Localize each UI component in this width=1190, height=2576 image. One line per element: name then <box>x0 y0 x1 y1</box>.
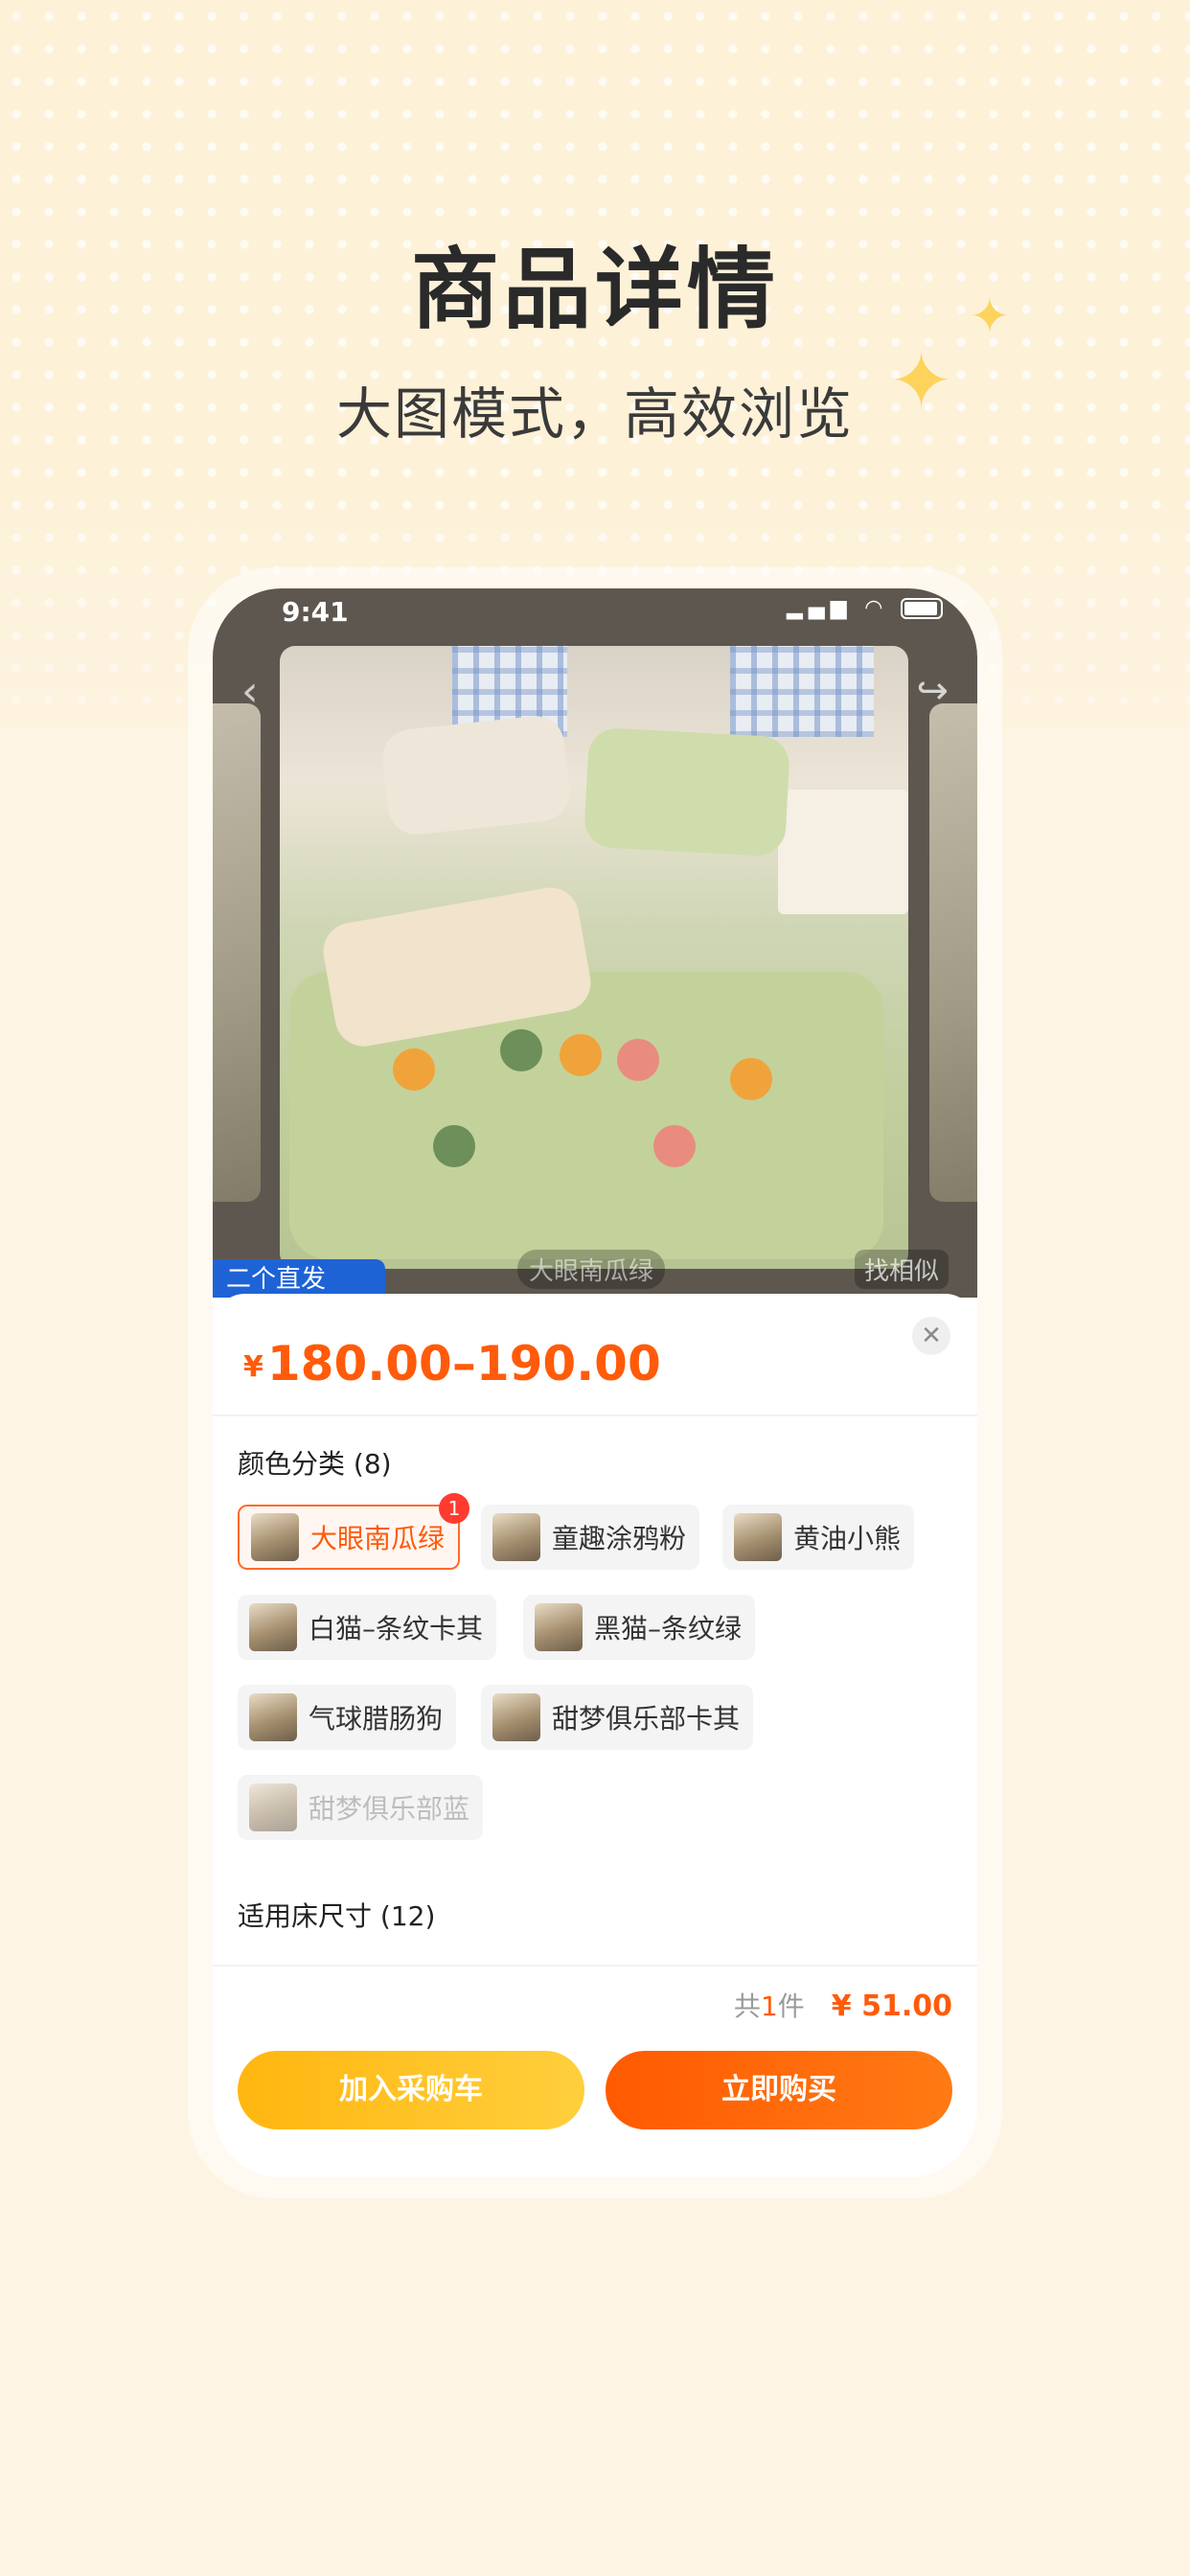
pillow-green <box>583 726 791 858</box>
promo-subtitle: 大图模式，高效浏览 <box>335 381 854 447</box>
color-option-thumbnail <box>492 1513 540 1561</box>
color-option-thumbnail <box>535 1603 583 1651</box>
promo-title: 商品详情 <box>410 239 779 341</box>
color-section-label: 颜色分类 (8) <box>238 1448 392 1480</box>
pumpkin-embroidery <box>500 1029 542 1071</box>
price-range: ¥180.00–190.00 <box>243 1336 661 1392</box>
price-amount: 180.00–190.00 <box>266 1336 661 1392</box>
quantity-badge: 1 <box>439 1493 469 1524</box>
share-icon[interactable]: ↪ <box>916 669 949 713</box>
status-icons: ▂▄▆ ◠ <box>787 596 943 620</box>
color-option-thumbnail <box>249 1603 297 1651</box>
color-option-label: 童趣涂鸦粉 <box>552 1523 687 1554</box>
phone-mockup: 9:41 ▂▄▆ ◠ ‹ ↪ 二个直发 大眼南瓜绿 找相似 ✕ ¥180.00–… <box>213 588 977 2177</box>
summary-count: 1 <box>760 1990 778 2022</box>
sparkle-large-icon: ✦ <box>889 336 954 426</box>
color-option[interactable]: 黄油小熊 <box>722 1505 915 1570</box>
color-option-thumbnail <box>734 1513 782 1561</box>
order-summary: 共1件 ¥ 51.00 <box>734 1986 952 2024</box>
pumpkin-embroidery <box>393 1048 435 1091</box>
sparkle-small-icon: ✦ <box>970 288 1010 344</box>
color-option-label: 气球腊肠狗 <box>309 1703 444 1735</box>
color-option[interactable]: 甜梦俱乐部卡其 <box>481 1685 754 1750</box>
nightstand <box>778 790 908 914</box>
buy-now-button[interactable]: 立即购买 <box>606 2051 952 2129</box>
summary-prefix: 共 <box>733 1990 761 2022</box>
pumpkin-embroidery <box>730 1058 772 1100</box>
pumpkin-embroidery <box>433 1125 475 1167</box>
pumpkin-embroidery <box>653 1125 696 1167</box>
close-icon[interactable]: ✕ <box>912 1317 950 1355</box>
pillow-cream <box>379 713 573 838</box>
divider <box>213 1414 977 1416</box>
next-photo-preview[interactable] <box>929 703 977 1202</box>
wifi-icon: ◠ <box>865 596 888 620</box>
status-time: 9:41 <box>282 596 349 628</box>
curtain-right <box>730 646 874 737</box>
product-photo[interactable] <box>280 646 908 1269</box>
color-option-label: 大眼南瓜绿 <box>310 1523 446 1554</box>
battery-icon <box>901 598 943 619</box>
pumpkin-embroidery <box>560 1034 602 1076</box>
back-icon[interactable]: ‹ <box>241 667 259 716</box>
color-option-label: 白猫–条纹卡其 <box>309 1613 484 1644</box>
color-option-thumbnail <box>249 1693 297 1741</box>
summary-total: ¥ 51.00 <box>831 1990 952 2023</box>
divider <box>213 1965 977 1966</box>
product-photo-gallery[interactable]: 9:41 ▂▄▆ ◠ ‹ ↪ 二个直发 大眼南瓜绿 找相似 <box>213 588 977 1298</box>
color-option-thumbnail <box>249 1783 297 1831</box>
summary-suffix: 件 <box>777 1990 805 2022</box>
status-bar: 9:41 ▂▄▆ ◠ <box>213 588 977 634</box>
color-option-thumbnail <box>492 1693 540 1741</box>
color-option-label: 甜梦俱乐部蓝 <box>309 1793 470 1825</box>
currency-symbol: ¥ <box>243 1350 263 1384</box>
pumpkin-embroidery <box>617 1039 659 1081</box>
color-option-thumbnail <box>251 1513 299 1561</box>
add-to-cart-button[interactable]: 加入采购车 <box>238 2051 584 2129</box>
color-option-selected[interactable]: 大眼南瓜绿 <box>238 1505 461 1570</box>
signal-icon: ▂▄▆ <box>786 596 853 620</box>
shipping-tag: 二个直发 <box>213 1259 385 1298</box>
bed-size-section-label[interactable]: 适用床尺寸 (12) <box>238 1896 435 1934</box>
color-option[interactable]: 童趣涂鸦粉 <box>481 1505 700 1570</box>
color-option-label: 甜梦俱乐部卡其 <box>552 1703 741 1735</box>
photo-caption: 大眼南瓜绿 <box>517 1250 666 1289</box>
color-option-disabled: 甜梦俱乐部蓝 <box>238 1775 484 1840</box>
find-similar-button[interactable]: 找相似 <box>854 1250 949 1289</box>
color-option-label: 黑猫–条纹绿 <box>594 1613 743 1644</box>
prev-photo-preview[interactable] <box>213 703 261 1202</box>
color-option-label: 黄油小熊 <box>793 1523 902 1554</box>
color-option[interactable]: 黑猫–条纹绿 <box>523 1595 756 1660</box>
color-option[interactable]: 气球腊肠狗 <box>238 1685 457 1750</box>
color-option[interactable]: 白猫–条纹卡其 <box>238 1595 497 1660</box>
